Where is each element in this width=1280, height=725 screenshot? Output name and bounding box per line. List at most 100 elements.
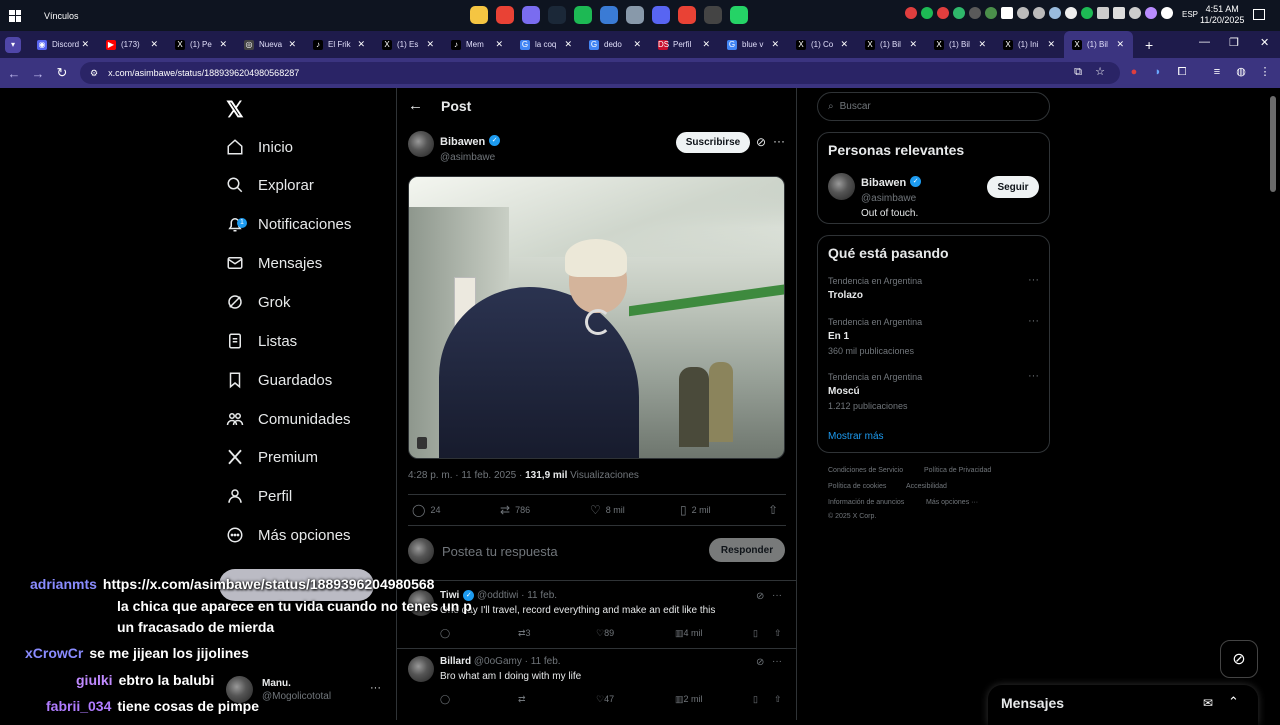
- browser-tab[interactable]: ▶ (173) ✕: [98, 31, 167, 58]
- tab-close-icon[interactable]: ✕: [771, 39, 779, 50]
- subscribe-button[interactable]: Suscribirse: [676, 132, 750, 153]
- tray-app-icon[interactable]: [1049, 7, 1061, 19]
- views-action[interactable]: ▥ 4 mil: [675, 628, 703, 639]
- browser-tab[interactable]: X (1) Pe ✕: [167, 31, 236, 58]
- footer-link[interactable]: Información de anuncios: [828, 499, 904, 506]
- reply-handle[interactable]: @oddtiwi · 11 feb.: [477, 590, 557, 601]
- tray-app-icon[interactable]: [953, 7, 965, 19]
- tab-close-icon[interactable]: ✕: [495, 39, 503, 50]
- repost-action[interactable]: ⇄ 786: [500, 503, 530, 517]
- install-app-icon[interactable]: ⧉: [1071, 65, 1085, 79]
- reply-input[interactable]: Postea tu respuesta: [442, 544, 558, 559]
- browser-tab[interactable]: ♪ Mem ✕: [443, 31, 512, 58]
- messages-drawer[interactable]: Mensajes ✉ ⌃: [988, 685, 1258, 725]
- author-name[interactable]: Bibawen: [440, 136, 485, 148]
- browser-tab[interactable]: X (1) Co ✕: [788, 31, 857, 58]
- nav-item-perfil[interactable]: Perfil: [226, 481, 292, 511]
- reply-avatar[interactable]: [408, 656, 434, 682]
- reply-icon[interactable]: ◯: [440, 628, 450, 639]
- tray-app-icon[interactable]: [985, 7, 997, 19]
- tray-app-icon[interactable]: [1129, 7, 1141, 19]
- system-tray[interactable]: [905, 7, 1173, 19]
- footer-link[interactable]: Política de cookies: [828, 483, 886, 490]
- account-more-icon[interactable]: ···: [370, 682, 381, 694]
- more-options-icon[interactable]: ···: [772, 590, 782, 601]
- tray-app-icon[interactable]: [1065, 7, 1077, 19]
- tab-search-button[interactable]: ▾: [5, 36, 21, 53]
- tab-close-icon[interactable]: ✕: [219, 39, 227, 50]
- nav-item-premium[interactable]: Premium: [226, 442, 318, 472]
- share-icon[interactable]: ⇧: [774, 628, 782, 639]
- tab-close-icon[interactable]: ✕: [840, 39, 848, 50]
- bookmark-action[interactable]: ▯ 2 mil: [680, 503, 711, 517]
- nav-item-explorar[interactable]: Explorar: [226, 170, 314, 200]
- tab-close-icon[interactable]: ✕: [150, 39, 158, 50]
- browser-tab[interactable]: X (1) Es ✕: [374, 31, 443, 58]
- links-toolbar-label[interactable]: Vínculos: [44, 11, 79, 21]
- tab-close-icon[interactable]: ✕: [357, 39, 365, 50]
- store-icon[interactable]: [600, 6, 618, 24]
- notifications-icon[interactable]: [1253, 9, 1265, 20]
- tab-close-icon[interactable]: ✕: [633, 39, 641, 50]
- browser-tab[interactable]: Gla coq ✕: [512, 31, 581, 58]
- reply-post[interactable]: Billard @0oGamy · 11 feb. Bro what am I …: [408, 656, 788, 716]
- repost-action[interactable]: ⇄: [518, 694, 526, 705]
- post-video[interactable]: [408, 176, 785, 459]
- nav-item-comunidades[interactable]: Comunidades: [226, 404, 351, 434]
- browser-tab[interactable]: X (1) Ini ✕: [995, 31, 1064, 58]
- windows-start-icon[interactable]: [0, 0, 30, 31]
- maximize-button[interactable]: ❐: [1229, 36, 1239, 49]
- relevant-user[interactable]: Bibawen ✓ @asimbawe Out of touch.: [861, 173, 922, 219]
- back-arrow-icon[interactable]: ←: [408, 97, 423, 114]
- page-scrollbar[interactable]: [1270, 96, 1276, 192]
- footer-link[interactable]: Condiciones de Servicio: [828, 467, 903, 474]
- whatsapp-icon[interactable]: [730, 6, 748, 24]
- nav-item-inicio[interactable]: Inicio: [226, 132, 293, 162]
- grok-icon[interactable]: ⊘: [756, 591, 764, 602]
- grok-icon[interactable]: ⊘: [756, 135, 766, 149]
- x-logo[interactable]: 𝕏: [226, 97, 244, 123]
- tray-app-icon[interactable]: [1017, 7, 1029, 19]
- expand-chevron-icon[interactable]: ⌃: [1228, 694, 1239, 710]
- minimize-button[interactable]: —: [1199, 36, 1210, 48]
- tray-app-icon[interactable]: [905, 7, 917, 19]
- nav-item-grok[interactable]: Grok: [226, 287, 291, 317]
- site-info-icon[interactable]: ⚙: [90, 68, 98, 79]
- tray-app-icon[interactable]: [1097, 7, 1109, 19]
- tray-app-icon[interactable]: [969, 7, 981, 19]
- browser-tab[interactable]: Gblue v ✕: [719, 31, 788, 58]
- tab-close-icon[interactable]: ✕: [288, 39, 296, 50]
- share-action[interactable]: ⇧: [768, 503, 783, 517]
- footer-link[interactable]: Política de Privacidad: [924, 467, 991, 474]
- browser-tab[interactable]: X (1) Bil ✕: [926, 31, 995, 58]
- follow-button[interactable]: Seguir: [987, 176, 1039, 198]
- more-options-icon[interactable]: ···: [772, 656, 782, 667]
- trend-more-icon[interactable]: ···: [1028, 274, 1039, 286]
- relevant-name[interactable]: Bibawen: [861, 177, 906, 189]
- reply-author-name[interactable]: Billard: [440, 656, 471, 667]
- app-icon[interactable]: [626, 6, 644, 24]
- reload-button[interactable]: ↻: [50, 65, 74, 81]
- extension-icon[interactable]: ●: [1127, 65, 1141, 79]
- media-control-icon[interactable]: ≡: [1210, 65, 1224, 79]
- new-tab-button[interactable]: +: [1145, 37, 1153, 53]
- bookmark-icon[interactable]: ▯: [753, 628, 758, 639]
- like-action[interactable]: ♡ 89: [596, 628, 614, 639]
- views-action[interactable]: ▥ 2 mil: [675, 694, 703, 705]
- browser-tab[interactable]: X (1) Bil ✕: [1064, 31, 1133, 58]
- address-bar[interactable]: ⚙ x.com/asimbawe/status/1889396204980568…: [80, 62, 1120, 84]
- tray-app-icon[interactable]: [1113, 7, 1125, 19]
- profile-avatar[interactable]: ◍: [1234, 65, 1248, 79]
- tab-close-icon[interactable]: ✕: [1047, 39, 1055, 50]
- trend-more-icon[interactable]: ···: [1028, 370, 1039, 382]
- grok-fab-button[interactable]: ⊘: [1220, 640, 1258, 678]
- back-button[interactable]: ←: [2, 66, 26, 81]
- nav-item-listas[interactable]: Listas: [226, 326, 297, 356]
- like-action[interactable]: ♡ 47: [596, 694, 614, 705]
- tab-close-icon[interactable]: ✕: [978, 39, 986, 50]
- chrome-alt-icon[interactable]: [678, 6, 696, 24]
- spotify-icon[interactable]: [574, 6, 592, 24]
- tab-close-icon[interactable]: ✕: [564, 39, 572, 50]
- reply-icon[interactable]: ◯: [440, 694, 450, 705]
- reply-button[interactable]: Responder: [709, 538, 785, 562]
